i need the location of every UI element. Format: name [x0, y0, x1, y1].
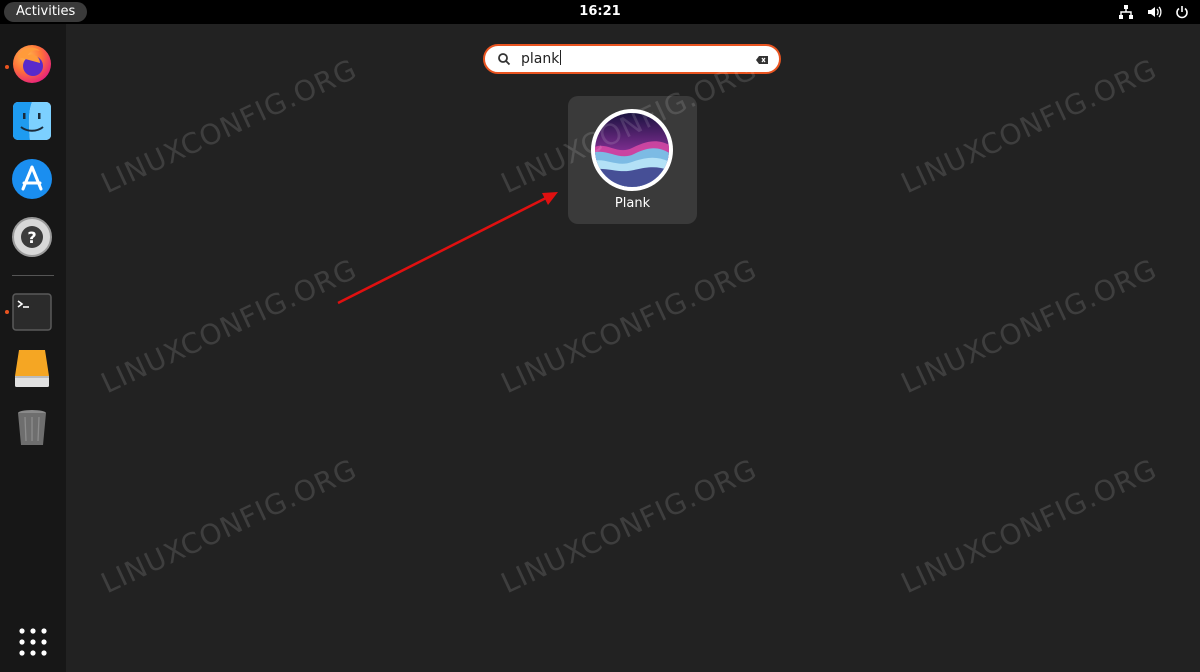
system-status-area[interactable]: [1118, 4, 1190, 20]
dock-item-terminal[interactable]: [10, 291, 54, 335]
dock-item-firefox[interactable]: [10, 41, 54, 85]
watermark: LINUXCONFIG.ORG: [96, 252, 363, 400]
dock-item-drive[interactable]: [10, 347, 54, 391]
running-indicator: [5, 65, 9, 69]
dock: ?: [0, 24, 66, 672]
clock[interactable]: 16:21: [0, 0, 1200, 24]
show-apps-button[interactable]: [17, 626, 49, 658]
annotation-arrow: [337, 192, 558, 305]
help-lifebuoy-icon: ?: [12, 217, 52, 257]
app-result-label: Plank: [614, 196, 651, 211]
watermark: LINUXCONFIG.ORG: [96, 52, 363, 200]
firefox-icon: [13, 45, 51, 83]
app-store-icon: [12, 159, 52, 199]
finder-face-icon: [13, 102, 51, 140]
search-text: plank: [521, 46, 562, 73]
search-icon: [498, 53, 511, 66]
network-icon[interactable]: [1118, 4, 1134, 20]
text-caret: [560, 50, 562, 65]
running-indicator: [5, 310, 9, 314]
drive-icon: [15, 350, 49, 387]
activities-button[interactable]: Activities: [4, 2, 88, 22]
search-value: plank: [521, 51, 560, 67]
power-icon[interactable]: [1174, 4, 1190, 20]
grid-icon: [19, 628, 47, 656]
clear-icon[interactable]: [755, 53, 769, 67]
watermark: LINUXCONFIG.ORG: [896, 452, 1163, 600]
dock-separator: [12, 275, 54, 276]
watermark: LINUXCONFIG.ORG: [896, 252, 1163, 400]
dock-item-trash[interactable]: [10, 405, 54, 449]
trash-icon: [18, 410, 46, 445]
dock-item-help[interactable]: ?: [10, 215, 54, 259]
svg-text:?: ?: [27, 228, 36, 247]
dock-item-app-store[interactable]: [10, 157, 54, 201]
terminal-icon: [12, 293, 52, 331]
watermark: LINUXCONFIG.ORG: [96, 452, 363, 600]
dock-item-finder[interactable]: [10, 99, 54, 143]
volume-icon[interactable]: [1146, 4, 1162, 20]
top-bar: Activities 16:21: [0, 0, 1200, 24]
watermark: LINUXCONFIG.ORG: [496, 452, 763, 600]
watermark: LINUXCONFIG.ORG: [896, 52, 1163, 200]
